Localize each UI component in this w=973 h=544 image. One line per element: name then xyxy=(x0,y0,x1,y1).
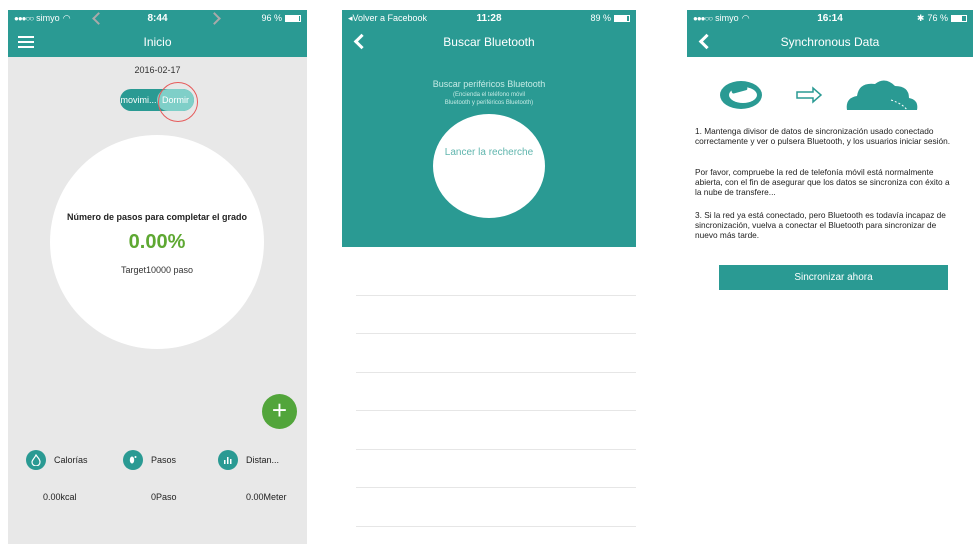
stat-label: Calorías xyxy=(54,455,88,465)
page-title: Inicio xyxy=(143,34,172,49)
distance-value: 0.00Meter xyxy=(246,492,287,502)
menu-icon[interactable] xyxy=(18,26,34,57)
battery-icon xyxy=(614,14,630,22)
home-screen: ●●●○○ simyo ◠ 8:44 96 % Inicio 2016-02-17 … xyxy=(8,10,307,544)
chevron-left-icon xyxy=(698,33,715,50)
stat-label: Distan... xyxy=(246,455,280,465)
stat-steps: Pasos xyxy=(123,450,176,470)
start-scan-button[interactable]: Lancer la recherche xyxy=(433,114,545,218)
stat-calories: Calorías xyxy=(26,450,88,470)
list-divider xyxy=(356,449,636,450)
footprint-icon xyxy=(123,450,143,470)
progress-percent: 0.00% xyxy=(128,231,186,253)
help-paragraph-1: 1. Mantenga divisor de datos de sincroni… xyxy=(695,126,951,146)
toggle-movement[interactable]: movimi... xyxy=(120,95,157,105)
battery-percent: 96 % xyxy=(261,13,283,23)
bar-chart-icon xyxy=(218,450,238,470)
battery-percent: 76 % xyxy=(927,13,948,23)
stat-distance: Distan... xyxy=(218,450,279,470)
arrow-right-icon xyxy=(796,86,823,104)
scan-instructions-line2: Bluetooth y periféricos Bluetooth) xyxy=(444,100,534,106)
list-divider xyxy=(356,410,636,411)
back-to-app-link[interactable]: ◂Volver a Facebook xyxy=(348,13,427,24)
list-divider xyxy=(356,333,636,334)
battery-icon xyxy=(950,14,967,22)
current-date: 2016-02-17 xyxy=(134,65,181,75)
status-bar: ●●●○○ simyo ◠ 8:44 96 % xyxy=(8,10,307,26)
back-button[interactable] xyxy=(352,26,370,57)
toggle-sleep[interactable]: Dormir xyxy=(157,89,194,111)
wifi-icon: ◠ xyxy=(62,12,71,23)
progress-target: Target10000 paso xyxy=(120,265,194,275)
mode-toggle[interactable]: movimi... Dormir xyxy=(120,89,194,111)
list-divider xyxy=(356,487,636,488)
sync-illustration xyxy=(687,70,973,120)
battery-icon xyxy=(285,14,302,22)
flame-icon xyxy=(26,450,46,470)
chevron-left-icon xyxy=(353,33,370,50)
steps-value: 0Paso xyxy=(151,492,177,502)
nav-bar: Buscar Bluetooth xyxy=(342,26,636,57)
wristband-icon xyxy=(720,81,762,109)
cloud-icon xyxy=(846,80,918,111)
stat-label: Pasos xyxy=(151,455,177,465)
scan-instructions: (Encienda el teléfono móvil Bluetooth y … xyxy=(342,91,636,107)
progress-label: Número de pasos para completar el grado xyxy=(66,212,248,222)
battery-percent: 89 % xyxy=(590,13,611,23)
signal-icon: ●●●○○ xyxy=(14,13,34,23)
sync-data-screen: ●●●○○ simyo ◠ 16:14 ✱ 76 % Synchronous Data… xyxy=(687,10,973,544)
stats-row: Calorías Pasos Distan... xyxy=(8,450,307,476)
scan-title: Buscar periféricos Bluetooth xyxy=(432,79,546,89)
add-button[interactable]: + xyxy=(262,394,297,429)
start-scan-label: Lancer la recherche xyxy=(444,147,534,158)
sync-now-button[interactable]: Sincronizar ahora xyxy=(719,265,948,290)
nav-bar: Inicio xyxy=(8,26,307,57)
scan-instructions-line1: (Encienda el teléfono móvil xyxy=(452,92,526,98)
carrier: simyo xyxy=(36,13,60,23)
back-button[interactable] xyxy=(697,26,715,57)
carrier: simyo xyxy=(715,13,739,23)
list-divider xyxy=(356,295,636,296)
scan-panel: Buscar Bluetooth Buscar periféricos Blue… xyxy=(342,26,636,247)
progress-circle: Número de pasos para completar el grado … xyxy=(50,135,264,349)
date-selector: 2016-02-17 xyxy=(8,61,307,79)
nav-bar: Synchronous Data xyxy=(687,26,973,57)
status-time: 11:28 xyxy=(476,12,502,24)
status-bar: ◂Volver a Facebook 11:28 89 % xyxy=(342,10,636,26)
calories-value: 0.00kcal xyxy=(43,492,77,502)
page-title: Synchronous Data xyxy=(780,34,880,49)
help-paragraph-3: 3. Si la red ya está conectado, pero Blu… xyxy=(695,210,946,240)
bluetooth-icon: ✱ xyxy=(916,12,925,23)
status-bar: ●●●○○ simyo ◠ 16:14 ✱ 76 % xyxy=(687,10,973,26)
list-divider xyxy=(356,372,636,373)
status-time: 16:14 xyxy=(817,12,843,24)
signal-icon: ●●●○○ xyxy=(693,13,713,23)
wifi-icon: ◠ xyxy=(741,12,750,23)
page-title: Buscar Bluetooth xyxy=(443,34,535,49)
help-paragraph-2: Por favor, compruebe la red de telefonía… xyxy=(695,167,950,197)
status-time: 8:44 xyxy=(147,12,168,24)
list-divider xyxy=(356,526,636,527)
bluetooth-search-screen: ◂Volver a Facebook 11:28 89 % Buscar Blu… xyxy=(342,10,636,544)
